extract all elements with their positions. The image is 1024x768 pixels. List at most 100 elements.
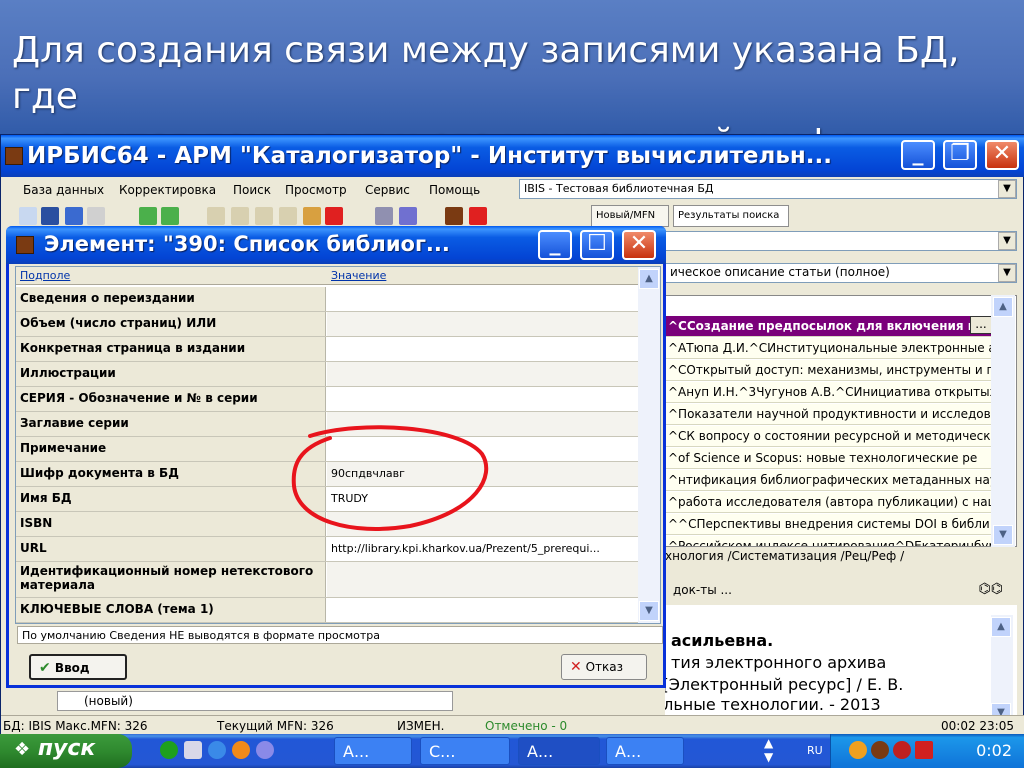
column-value-header[interactable]: Значение (331, 269, 386, 282)
copy-icon[interactable] (87, 207, 105, 225)
database-select[interactable]: IBIS - Тестовая библиотечная БД ▼ (519, 179, 1017, 199)
scroll-down-icon[interactable]: ▼ (993, 525, 1013, 545)
table-row[interactable]: Сведения о переиздании (16, 287, 638, 312)
results-scrollbar[interactable]: ▲ ▼ (991, 295, 1015, 547)
table-row[interactable]: СЕРИЯ - Обозначение и № в серии (16, 387, 638, 412)
bottom-tabs[interactable]: хнология /Систематизация /Рец/Реф / (665, 549, 1017, 569)
column-subfield-header[interactable]: Подполе (20, 269, 70, 282)
chevron-down-icon[interactable]: ▼ (998, 180, 1016, 198)
save-icon[interactable] (41, 207, 59, 225)
tray-icon[interactable] (893, 741, 911, 759)
list-item[interactable]: ^Ануп И.Н.^3Чугунов А.В.^СИнициатива отк… (666, 382, 1000, 403)
bottom-tabs-label: хнология /Систематизация /Рец/Реф / (665, 549, 905, 563)
scroll-down-icon[interactable]: ▼ (639, 601, 659, 621)
list-item[interactable]: ^^СПерспективы внедрения системы DOI в б… (666, 514, 1000, 535)
docs-icons[interactable]: ⌬⌬ (979, 581, 1003, 597)
task-button[interactable]: С... (420, 737, 510, 765)
forward-arrow-icon[interactable] (161, 207, 179, 225)
dialog-minimize-button[interactable]: _ (538, 230, 572, 260)
irbis-icon[interactable] (445, 207, 463, 225)
taskbar-scroll-icon[interactable]: ▲ ▼ (764, 736, 773, 764)
scroll-up-icon[interactable]: ▲ (639, 269, 659, 289)
ok-button[interactable]: ✔ Ввод (29, 654, 127, 680)
list-item[interactable]: ^СCоздание предпосылок для включения п (666, 316, 1000, 337)
list-item[interactable]: ^нтификация библиографических метаданных… (666, 470, 1000, 491)
subfield-value[interactable]: http://library.kpi.kharkov.ua/Prezent/5_… (327, 537, 638, 561)
scroll-up-icon[interactable]: ▲ (991, 617, 1011, 637)
table-icon[interactable] (231, 207, 249, 225)
ie-icon[interactable] (208, 741, 226, 759)
tab-new-mfn[interactable]: Новый/MFN (591, 205, 669, 227)
ellipsis-button[interactable]: ... (970, 316, 992, 334)
task-button[interactable]: А... (518, 737, 600, 765)
list-icon[interactable] (255, 207, 273, 225)
list-item[interactable]: ^СОткрытый доступ: механизмы, инструмент… (666, 360, 1000, 381)
table-row[interactable]: Иллюстрации (16, 362, 638, 387)
back-arrow-icon[interactable] (139, 207, 157, 225)
format-icon[interactable] (207, 207, 225, 225)
table-row[interactable]: КЛЮЧЕВЫЕ СЛОВА (тема 1) (16, 598, 638, 623)
docs-label[interactable]: док-ты ... (673, 583, 732, 597)
main-titlebar[interactable]: ИРБИС64 - АРМ "Каталогизатор" - Институт… (1, 135, 1024, 177)
dialog-titlebar[interactable]: Элемент: "390: Список библиог... _ ☐ ✕ (6, 226, 666, 264)
table-row[interactable]: URL http://library.kpi.kharkov.ua/Prezent… (16, 537, 638, 562)
app-icon[interactable] (256, 741, 274, 759)
list-item[interactable]: ^Показатели научной продуктивности и исс… (666, 404, 1000, 425)
filter-icon[interactable] (469, 207, 487, 225)
grid-scrollbar[interactable]: ▲ ▼ (638, 267, 660, 623)
list-item[interactable]: ^СК вопросу о состоянии ресурсной и мето… (666, 426, 1000, 447)
chevron-down-icon[interactable]: ▼ (998, 264, 1016, 282)
media-icon[interactable] (232, 741, 250, 759)
table-row[interactable]: Объем (число страниц) ИЛИ (16, 312, 638, 337)
language-indicator[interactable]: RU (807, 744, 823, 757)
format-select[interactable]: ическое описание статьи (полное) ▼ (665, 263, 1017, 283)
subfield-value[interactable] (327, 287, 638, 311)
chevron-down-icon[interactable]: ▼ (998, 232, 1016, 250)
quicklaunch-icon[interactable] (160, 741, 178, 759)
list-item[interactable]: ^of Science и Scopus: новые технологичес… (666, 448, 1000, 469)
delete-icon[interactable] (325, 207, 343, 225)
table-row[interactable]: Идентификационный номер нетекстового мат… (16, 562, 638, 598)
dialog-close-button[interactable]: ✕ (622, 230, 656, 260)
edit-icon[interactable] (303, 207, 321, 225)
undo-icon[interactable] (65, 207, 83, 225)
menu-database[interactable]: База данных (23, 183, 104, 197)
right-select[interactable]: ▼ (665, 231, 1017, 251)
menu-service[interactable]: Сервис (365, 183, 410, 197)
table-row[interactable]: Конкретная страница в издании (16, 337, 638, 362)
list-item[interactable]: ^Российском индексе цитирования^DЕкатери… (666, 536, 1000, 546)
subfield-value[interactable] (327, 562, 638, 597)
subfield-value[interactable] (327, 387, 638, 411)
print-icon[interactable] (375, 207, 393, 225)
start-button[interactable]: ❖ пуск (0, 734, 132, 768)
list-item[interactable]: ^АТюпа Д.И.^СИнституциональные электронн… (666, 338, 1000, 359)
cancel-button[interactable]: ✕ Отказ (561, 654, 647, 680)
export-icon[interactable] (399, 207, 417, 225)
task-button[interactable]: А... (334, 737, 412, 765)
minimize-button[interactable]: _ (901, 140, 935, 170)
new-record-row[interactable]: (новый) (57, 691, 453, 711)
subfield-value[interactable] (327, 337, 638, 361)
doc-scrollbar[interactable]: ▲ ▼ (991, 615, 1013, 725)
tray-icon[interactable] (849, 741, 867, 759)
slide-title-line-1: Для создания связи между записями указан… (12, 30, 960, 117)
tab-search-results[interactable]: Результаты поиска (673, 205, 789, 227)
menu-search[interactable]: Поиск (233, 183, 271, 197)
dialog-maximize-button[interactable]: ☐ (580, 230, 614, 260)
menu-help[interactable]: Помощь (429, 183, 480, 197)
scroll-up-icon[interactable]: ▲ (993, 297, 1013, 317)
list-item[interactable]: ^работа исследователя (автора публикации… (666, 492, 1000, 513)
tray-icon[interactable] (871, 741, 889, 759)
menu-view[interactable]: Просмотр (285, 183, 347, 197)
subfield-value[interactable] (327, 598, 638, 622)
task-button[interactable]: А... (606, 737, 684, 765)
tray-icon[interactable] (915, 741, 933, 759)
close-button[interactable]: ✕ (985, 140, 1019, 170)
subfield-value[interactable] (327, 362, 638, 386)
maximize-button[interactable]: ❐ (943, 140, 977, 170)
desktop-icon[interactable] (184, 741, 202, 759)
subfield-value[interactable] (327, 312, 638, 336)
menu-correction[interactable]: Корректировка (119, 183, 216, 197)
indent-icon[interactable] (279, 207, 297, 225)
new-document-icon[interactable] (19, 207, 37, 225)
